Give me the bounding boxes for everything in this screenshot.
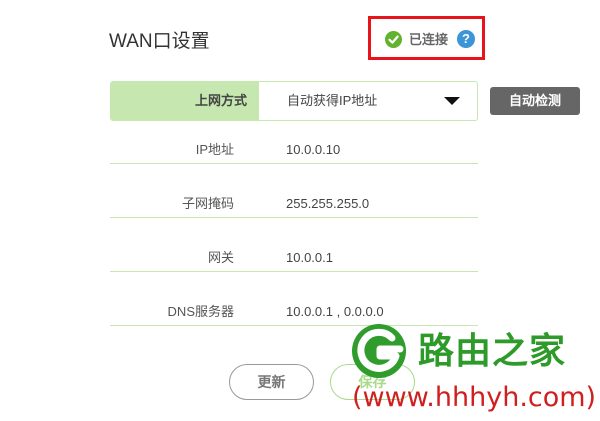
auto-detect-button[interactable]: 自动检测 — [490, 87, 580, 115]
watermark-url: (www.hhhyh.com) — [352, 382, 597, 413]
dropdown-arrow-icon[interactable] — [444, 97, 460, 105]
help-icon[interactable]: ? — [457, 30, 475, 48]
gateway-value: 10.0.0.1 — [286, 250, 333, 265]
info-row-ip: IP地址 10.0.0.10 — [110, 136, 478, 164]
dns-label: DNS服务器 — [167, 304, 234, 319]
gateway-label: 网关 — [207, 250, 234, 265]
info-row-gateway: 网关 10.0.0.1 — [110, 244, 478, 272]
watermark-brand: 路由之家 — [418, 331, 567, 372]
info-row-subnet: 子网掩码 255.255.255.0 — [110, 190, 478, 218]
status-text: 已连接 — [409, 32, 449, 47]
subnet-label: 子网掩码 — [181, 196, 234, 211]
subnet-value: 255.255.255.0 — [286, 196, 370, 211]
watermark-logo-icon — [352, 324, 406, 378]
ip-value: 10.0.0.10 — [286, 142, 341, 157]
connection-mode-value[interactable]: 自动获得IP地址 — [287, 82, 377, 120]
connection-mode-label: 上网方式 — [111, 82, 259, 120]
connection-status: 已连接 ? — [368, 16, 485, 60]
connection-mode-select[interactable]: 上网方式 自动获得IP地址 — [110, 81, 478, 121]
ip-label: IP地址 — [195, 142, 234, 157]
refresh-button[interactable]: 更新 — [229, 364, 314, 400]
check-circle-icon — [385, 31, 402, 48]
page-title: WAN口设置 — [109, 31, 210, 52]
